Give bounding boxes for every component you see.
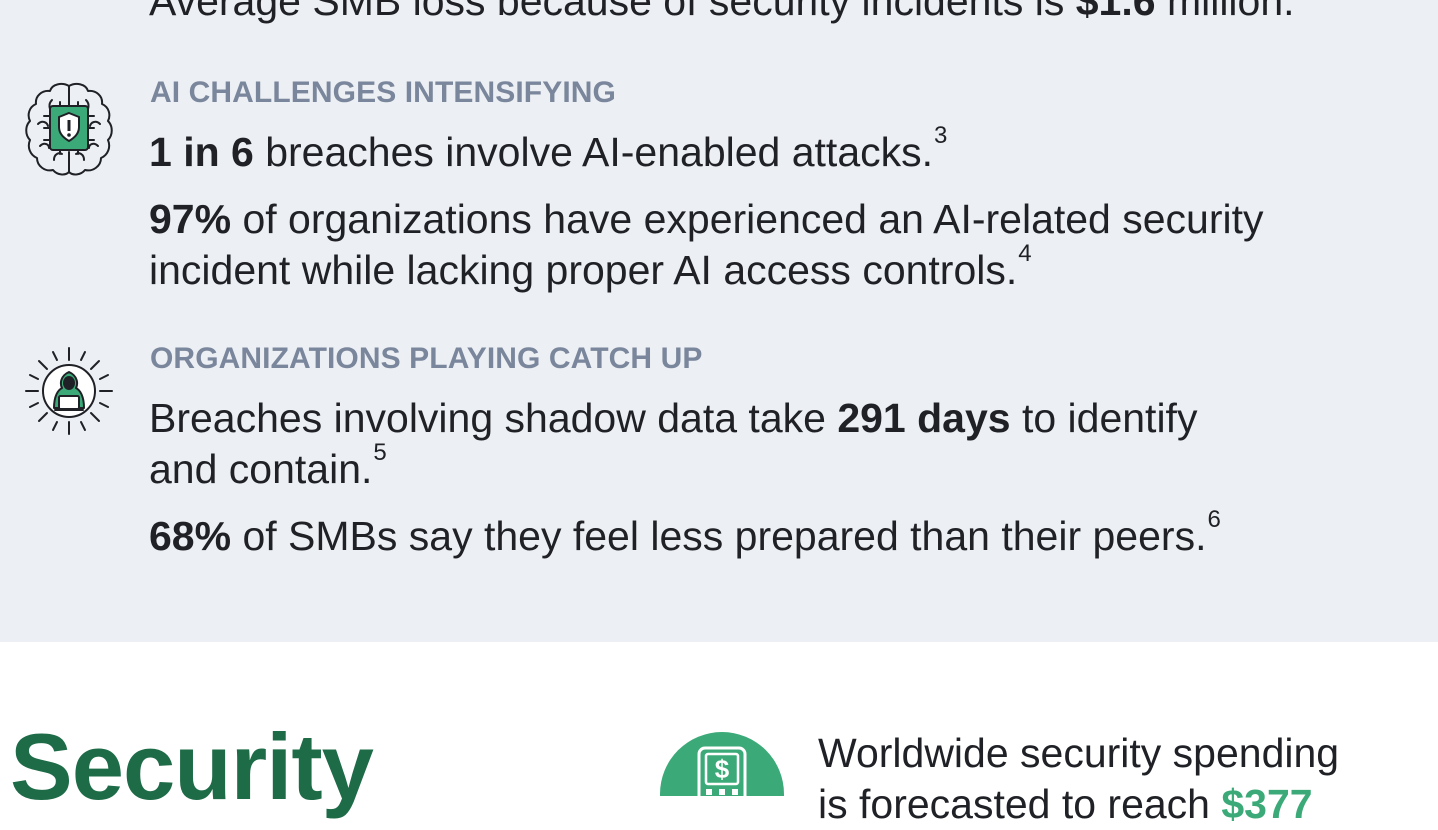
footnote-ref-5: 5 <box>373 439 387 466</box>
footnote-ref-3: 3 <box>934 122 948 149</box>
smb-loss-stat: Average SMB loss because of security inc… <box>149 0 1295 27</box>
stat-smb-prepared: 68% of SMBs say they feel less prepared … <box>149 508 1221 562</box>
stat-ai-breaches: 1 in 6 breaches involve AI-enabled attac… <box>149 124 947 178</box>
spending-text-line2: is forecasted to reach <box>818 781 1222 827</box>
hacker-burst-icon <box>25 347 113 435</box>
spending-amount: $377 <box>1221 781 1313 827</box>
smb-loss-unit: million. <box>1155 0 1295 24</box>
footnote-ref-4: 4 <box>1018 240 1032 267</box>
stat-shadow-data-text: Breaches involving shadow data take <box>149 395 838 441</box>
money-device-icon: $ <box>660 732 784 796</box>
ai-brain-shield-icon <box>25 82 113 176</box>
stat-ai-incident-line1: 97% of organizations have experienced an… <box>149 194 1264 245</box>
security-spending-stat: Worldwide security spending is forecasted… <box>818 728 1339 830</box>
stat-shadow-data-text-cont: and contain. <box>149 446 373 492</box>
stat-shadow-data-line2: and contain.5 <box>149 441 387 495</box>
stat-smb-prepared-text: of SMBs say they feel less prepared than… <box>231 513 1207 559</box>
stat-ai-incident-value: 97% <box>149 196 232 242</box>
stat-shadow-data-text-end: to identify <box>1010 395 1198 441</box>
stat-ai-incident-text: of organizations have experienced an AI-… <box>231 196 1264 242</box>
stat-ai-incident-line2: incident while lacking proper AI access … <box>149 242 1032 296</box>
stat-ai-breaches-value: 1 in 6 <box>149 129 254 175</box>
stat-smb-prepared-value: 68% <box>149 513 232 559</box>
spending-text-line1: Worldwide security spending <box>818 730 1340 776</box>
section-heading-catch-up: ORGANIZATIONS PLAYING CATCH UP <box>150 342 703 375</box>
stat-shadow-data-line1: Breaches involving shadow data take 291 … <box>149 393 1197 444</box>
stat-shadow-data-value: 291 days <box>837 395 1011 441</box>
footnote-ref-6: 6 <box>1207 506 1221 533</box>
security-section-title: Security <box>10 714 374 819</box>
svg-text:$: $ <box>715 754 730 784</box>
section-heading-ai-challenges: AI CHALLENGES INTENSIFYING <box>150 76 616 109</box>
stat-ai-incident-text-cont: incident while lacking proper AI access … <box>149 247 1018 293</box>
smb-loss-text: Average SMB loss because of security inc… <box>149 0 1076 24</box>
stat-ai-breaches-text: breaches involve AI-enabled attacks. <box>253 129 934 175</box>
stats-band: Average SMB loss because of security inc… <box>0 0 1438 642</box>
smb-loss-amount: $1.6 <box>1075 0 1156 24</box>
